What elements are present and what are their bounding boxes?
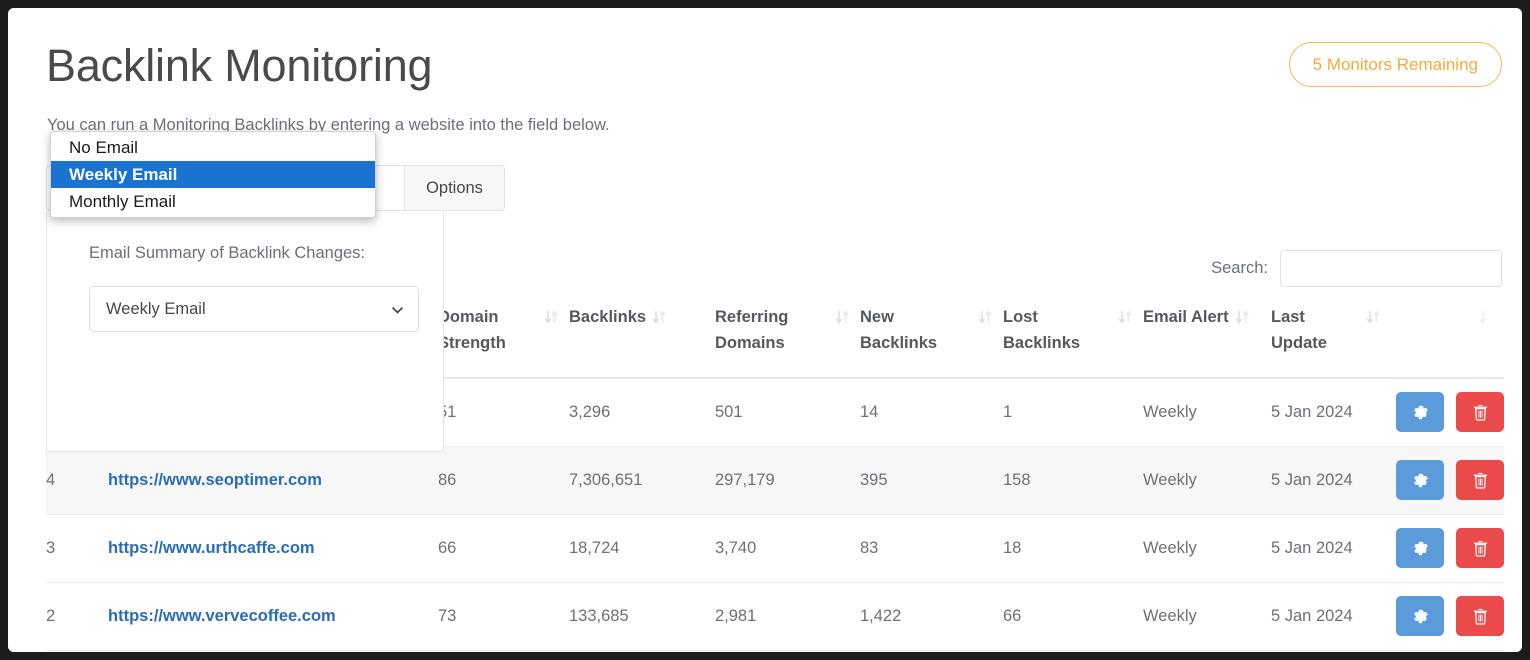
search-label: Search: bbox=[1211, 259, 1268, 278]
sort-updown-icon bbox=[835, 307, 850, 323]
col-domain-strength[interactable]: Domain Strength bbox=[438, 304, 569, 378]
options-panel: Email Summary of Backlink Changes: Weekl… bbox=[46, 212, 444, 452]
cell-backlinks: 133,685 bbox=[569, 582, 715, 650]
select-option-no-email[interactable]: No Email bbox=[51, 134, 375, 161]
website-link[interactable]: https://www.seoptimer.com bbox=[108, 471, 322, 489]
row-settings-button[interactable] bbox=[1396, 392, 1444, 432]
sort-updown-icon bbox=[544, 307, 559, 323]
cell-lost-backlinks: 66 bbox=[1003, 582, 1143, 650]
cell-backlinks: 7,306,651 bbox=[569, 446, 715, 514]
row-settings-button[interactable] bbox=[1396, 460, 1444, 500]
table-row[interactable]: 4 https://www.seoptimer.com 86 7,306,651… bbox=[46, 446, 1504, 514]
row-delete-button[interactable] bbox=[1456, 528, 1504, 568]
cell-backlinks: 3,296 bbox=[569, 378, 715, 446]
row-delete-button[interactable] bbox=[1456, 392, 1504, 432]
cell-actions bbox=[1391, 582, 1504, 650]
cell-lost-backlinks: 1 bbox=[1003, 378, 1143, 446]
cell-domain-strength: 73 bbox=[438, 582, 569, 650]
email-summary-select[interactable]: Weekly Email bbox=[89, 286, 419, 332]
cell-website[interactable]: https://www.seoptimer.com bbox=[108, 446, 438, 514]
cell-email-alert: Weekly bbox=[1143, 378, 1271, 446]
cell-new-backlinks: 1,422 bbox=[860, 582, 1003, 650]
cell-website[interactable]: https://www.vervecoffee.com bbox=[108, 582, 438, 650]
chevron-down-icon bbox=[391, 303, 404, 316]
cell-email-alert: Weekly bbox=[1143, 582, 1271, 650]
email-summary-label: Email Summary of Backlink Changes: bbox=[89, 244, 365, 263]
cell-domain-strength: 86 bbox=[438, 446, 569, 514]
row-delete-button[interactable] bbox=[1456, 596, 1504, 636]
cell-new-backlinks: 395 bbox=[860, 446, 1003, 514]
cell-last-update: 5 Jan 2024 bbox=[1271, 446, 1391, 514]
cell-referring-domains: 501 bbox=[715, 378, 860, 446]
monitors-remaining-badge: 5 Monitors Remaining bbox=[1289, 42, 1502, 87]
cell-new-backlinks: 14 bbox=[860, 378, 1003, 446]
cell-last-update: 5 Jan 2024 bbox=[1271, 582, 1391, 650]
sort-updown-icon bbox=[978, 307, 993, 323]
sort-updown-icon bbox=[1366, 307, 1381, 323]
row-settings-button[interactable] bbox=[1396, 528, 1444, 568]
sort-updown-icon bbox=[1235, 307, 1250, 323]
cell-domain-strength: 66 bbox=[438, 514, 569, 582]
website-link[interactable]: https://www.vervecoffee.com bbox=[108, 607, 336, 625]
search-input[interactable] bbox=[1280, 250, 1502, 287]
cell-rank: 3 bbox=[46, 514, 108, 582]
cell-actions bbox=[1391, 514, 1504, 582]
col-referring-domains[interactable]: Referring Domains bbox=[715, 304, 860, 378]
col-last-update[interactable]: Last Update bbox=[1271, 304, 1391, 378]
col-lost-backlinks[interactable]: Lost Backlinks bbox=[1003, 304, 1143, 378]
col-backlinks[interactable]: Backlinks bbox=[569, 304, 715, 378]
email-summary-option-list[interactable]: No Email Weekly Email Monthly Email bbox=[50, 131, 376, 218]
cell-rank: 2 bbox=[46, 582, 108, 650]
options-button[interactable]: Options bbox=[404, 165, 505, 211]
sort-updown-icon bbox=[1479, 307, 1494, 323]
backlink-monitoring-page: Backlink Monitoring You can run a Monito… bbox=[8, 8, 1522, 652]
table-row[interactable]: 3 https://www.urthcaffe.com 66 18,724 3,… bbox=[46, 514, 1504, 582]
cell-referring-domains: 3,740 bbox=[715, 514, 860, 582]
row-delete-button[interactable] bbox=[1456, 460, 1504, 500]
cell-actions bbox=[1391, 446, 1504, 514]
cell-referring-domains: 297,179 bbox=[715, 446, 860, 514]
page-title: Backlink Monitoring bbox=[46, 38, 432, 94]
cell-referring-domains: 2,981 bbox=[715, 582, 860, 650]
cell-lost-backlinks: 158 bbox=[1003, 446, 1143, 514]
select-option-weekly-email[interactable]: Weekly Email bbox=[51, 161, 375, 188]
cell-email-alert: Weekly bbox=[1143, 514, 1271, 582]
cell-last-update: 5 Jan 2024 bbox=[1271, 514, 1391, 582]
col-email-alert[interactable]: Email Alert bbox=[1143, 304, 1271, 378]
sort-updown-icon bbox=[652, 307, 667, 323]
row-settings-button[interactable] bbox=[1396, 596, 1444, 636]
cell-new-backlinks: 83 bbox=[860, 514, 1003, 582]
col-new-backlinks[interactable]: New Backlinks bbox=[860, 304, 1003, 378]
cell-lost-backlinks: 18 bbox=[1003, 514, 1143, 582]
cell-email-alert: Weekly bbox=[1143, 446, 1271, 514]
cell-domain-strength: 51 bbox=[438, 378, 569, 446]
table-row[interactable]: 2 https://www.vervecoffee.com 73 133,685… bbox=[46, 582, 1504, 650]
cell-backlinks: 18,724 bbox=[569, 514, 715, 582]
cell-website[interactable]: https://www.urthcaffe.com bbox=[108, 514, 438, 582]
col-actions[interactable] bbox=[1391, 304, 1504, 378]
sort-updown-icon bbox=[1118, 307, 1133, 323]
browser-viewport: Backlink Monitoring You can run a Monito… bbox=[8, 8, 1522, 652]
cell-actions bbox=[1391, 378, 1504, 446]
cell-rank: 4 bbox=[46, 446, 108, 514]
website-link[interactable]: https://www.urthcaffe.com bbox=[108, 539, 315, 557]
email-summary-select-value: Weekly Email bbox=[106, 300, 206, 319]
cell-last-update: 5 Jan 2024 bbox=[1271, 378, 1391, 446]
table-search: Search: bbox=[1211, 250, 1502, 287]
select-option-monthly-email[interactable]: Monthly Email bbox=[51, 188, 375, 215]
